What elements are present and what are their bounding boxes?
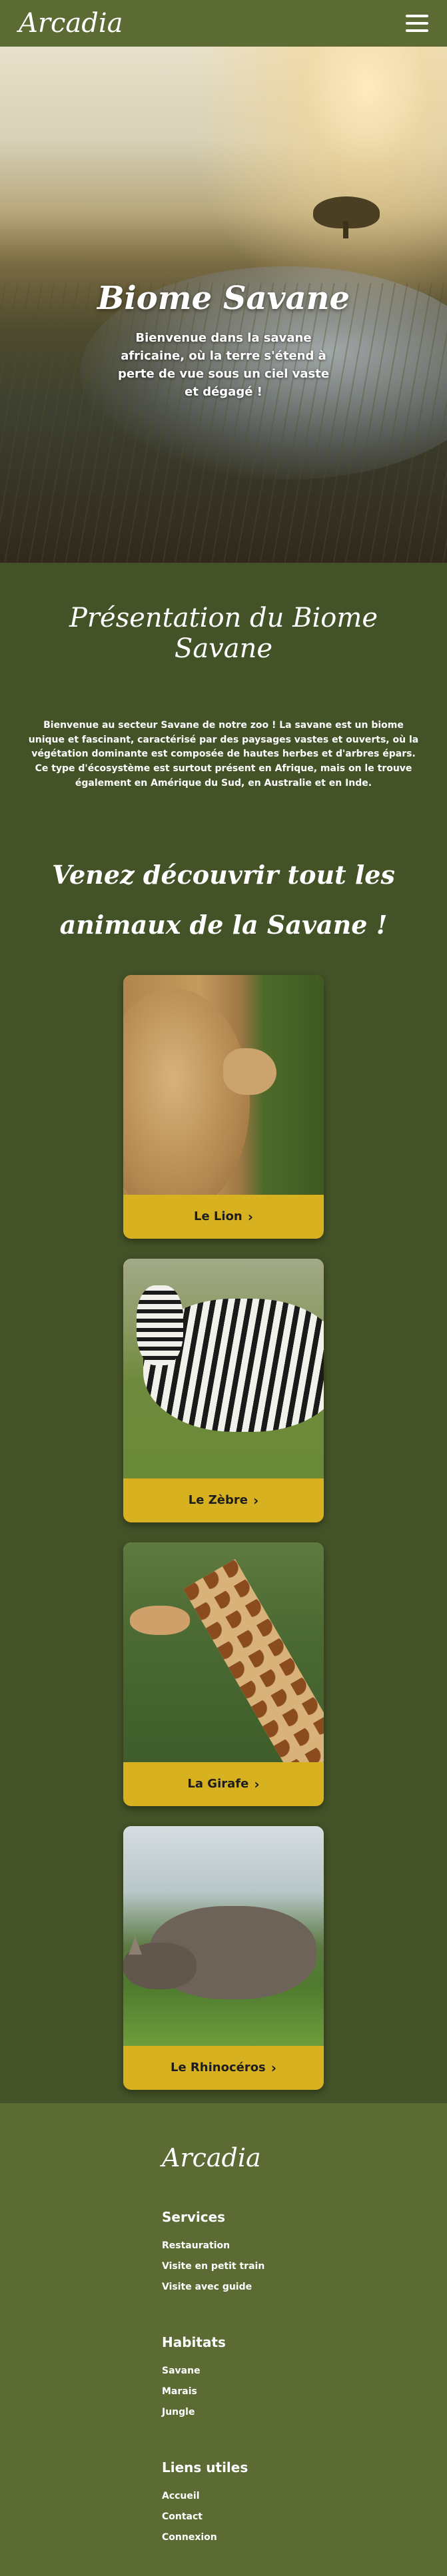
chevron-right-icon: › — [254, 1775, 260, 1792]
hero-text: Biome Savane Bienvenue dans la savane af… — [0, 280, 447, 401]
giraffe-neck — [183, 1558, 324, 1762]
animal-card-zebra[interactable]: Le Zèbre › — [123, 1258, 324, 1522]
lion-mane — [123, 988, 250, 1195]
footer-services-title: Services — [162, 2208, 226, 2225]
footer-services: Services Restauration Visite en petit tr… — [162, 2209, 447, 2298]
site-footer: Arcadia Services Restauration Visite en … — [0, 2102, 447, 2576]
lion-button-label: Le Lion — [193, 1209, 242, 1224]
top-navbar: Arcadia — [0, 0, 447, 47]
presentation-title: Présentation du Biome Savane — [69, 603, 378, 664]
footer-habitats-title: Habitats — [162, 2334, 226, 2350]
footer-link-contact[interactable]: Contact — [162, 2507, 447, 2527]
rhino-button-label: Le Rhinocéros — [170, 2061, 266, 2075]
rhino-horn — [129, 1935, 142, 1955]
giraffe-image — [123, 1542, 324, 1762]
footer-link-marais[interactable]: Marais — [162, 2382, 447, 2402]
hero-subtitle: Bienvenue dans la savane africaine, où l… — [117, 331, 330, 399]
zebra-image — [123, 1258, 324, 1478]
hero-title: Biome Savane — [97, 280, 350, 317]
animal-card-lion[interactable]: Le Lion › — [123, 974, 324, 1239]
hamburger-line — [406, 22, 428, 25]
animal-card-rhino[interactable]: Le Rhinocéros › — [123, 1825, 324, 2090]
footer-brand[interactable]: Arcadia — [162, 2143, 447, 2172]
footer-link-restauration[interactable]: Restauration — [162, 2236, 447, 2256]
lion-image — [123, 974, 324, 1195]
zebra-head — [137, 1285, 183, 1365]
footer-useful-title: Liens utiles — [162, 2459, 248, 2475]
presentation-text: Bienvenue au secteur Savane de notre zoo… — [28, 720, 419, 789]
chevron-right-icon: › — [247, 1208, 253, 1225]
rhino-button[interactable]: Le Rhinocéros › — [123, 2046, 324, 2090]
chevron-right-icon: › — [270, 2059, 277, 2076]
brand-logo[interactable]: Arcadia — [19, 8, 123, 39]
footer-link-petit-train[interactable]: Visite en petit train — [162, 2256, 447, 2277]
hamburger-line — [406, 29, 428, 32]
zebra-button-label: Le Zèbre — [188, 1493, 248, 1508]
rhino-image — [123, 1825, 324, 2046]
chevron-right-icon: › — [252, 1492, 259, 1508]
footer-link-connexion[interactable]: Connexion — [162, 2527, 447, 2548]
hero-tree-trunk — [343, 221, 348, 238]
footer-link-savane[interactable]: Savane — [162, 2361, 447, 2382]
footer-link-visite-guide[interactable]: Visite avec guide — [162, 2277, 447, 2298]
discover-title: Venez découvrir tout les animaux de la S… — [52, 860, 395, 940]
animal-cards: Le Lion › Le Zèbre › La Girafe › Le Rhin… — [0, 950, 447, 2103]
hamburger-menu-icon[interactable] — [406, 15, 428, 32]
lion-button[interactable]: Le Lion › — [123, 1195, 324, 1239]
footer-link-jungle[interactable]: Jungle — [162, 2402, 447, 2423]
hero-banner: Biome Savane Bienvenue dans la savane af… — [0, 47, 447, 563]
giraffe-head — [130, 1605, 190, 1635]
zebra-button[interactable]: Le Zèbre › — [123, 1478, 324, 1522]
lion-muzzle — [223, 1048, 276, 1095]
giraffe-button-label: La Girafe — [187, 1777, 249, 1791]
footer-habitats: Habitats Savane Marais Jungle — [162, 2334, 447, 2423]
footer-link-accueil[interactable]: Accueil — [162, 2486, 447, 2507]
animal-card-giraffe[interactable]: La Girafe › — [123, 1542, 324, 1806]
hamburger-line — [406, 15, 428, 17]
presentation-section: Présentation du Biome Savane Bienvenue a… — [0, 563, 447, 791]
giraffe-button[interactable]: La Girafe › — [123, 1762, 324, 1806]
footer-useful-links: Liens utiles Accueil Contact Connexion — [162, 2459, 447, 2548]
